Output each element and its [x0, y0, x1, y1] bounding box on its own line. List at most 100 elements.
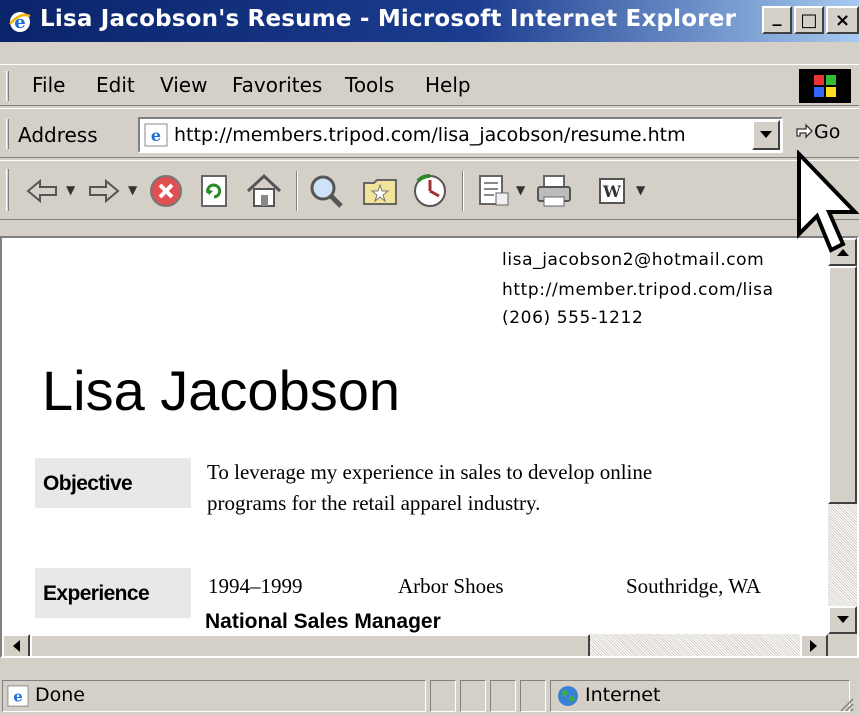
mail-dropdown-icon[interactable]: ▼: [516, 183, 525, 197]
contact-email[interactable]: lisa_jacobson2@hotmail.com: [502, 250, 764, 270]
mail-button[interactable]: [474, 171, 514, 211]
svg-text:e: e: [13, 689, 22, 706]
status-panel-zone: Internet: [550, 680, 850, 712]
address-label: Address: [18, 123, 98, 147]
edit-button[interactable]: W: [592, 171, 632, 211]
scroll-left-button[interactable]: [2, 634, 30, 656]
resume-page: lisa_jacobson2@hotmail.com http://member…: [2, 238, 828, 634]
maximize-icon: □: [800, 9, 818, 31]
refresh-button[interactable]: [194, 171, 234, 211]
scroll-thumb[interactable]: [828, 266, 857, 504]
menu-file[interactable]: File: [32, 73, 65, 97]
back-dropdown-icon[interactable]: ▼: [66, 183, 75, 197]
toolbar-separator-2: [462, 171, 464, 211]
window-title: Lisa Jacobson's Resume - Microsoft Inter…: [40, 6, 737, 32]
experience-job-title: National Sales Manager: [205, 610, 441, 633]
objective-label: Objective: [35, 458, 191, 508]
vertical-scrollbar[interactable]: [828, 238, 857, 634]
stop-button[interactable]: [146, 171, 186, 211]
menu-view[interactable]: View: [160, 73, 207, 97]
address-dropdown-button[interactable]: [752, 120, 780, 150]
mail-icon: [479, 175, 509, 206]
status-bar: e Done Internet: [0, 676, 859, 715]
arrow-down-icon: [836, 616, 849, 623]
svg-text:e: e: [151, 126, 161, 145]
scroll-track[interactable]: [828, 504, 857, 606]
scroll-right-button[interactable]: [800, 634, 828, 656]
search-button[interactable]: [306, 171, 346, 211]
menu-tools[interactable]: Tools: [345, 73, 394, 97]
contact-phone: (206) 555-1212: [502, 308, 644, 328]
home-icon: [246, 173, 282, 207]
menu-edit[interactable]: Edit: [96, 73, 135, 97]
page-viewport: lisa_jacobson2@hotmail.com http://member…: [0, 236, 859, 658]
history-icon: [414, 174, 446, 207]
status-panel-3: [460, 680, 486, 712]
globe-icon: [558, 686, 578, 706]
resume-name: Lisa Jacobson: [42, 359, 401, 422]
go-label: Go: [814, 121, 841, 143]
scroll-down-button[interactable]: [828, 606, 857, 634]
go-button[interactable]: Go: [794, 121, 840, 143]
favorites-icon: [363, 179, 397, 205]
mouse-cursor-icon: [797, 150, 859, 253]
print-button[interactable]: [534, 171, 574, 211]
zone-text: Internet: [585, 684, 661, 706]
horizontal-scrollbar[interactable]: [2, 634, 828, 656]
forward-button[interactable]: [84, 171, 124, 211]
search-icon: [310, 175, 343, 208]
experience-label: Experience: [35, 568, 191, 618]
print-icon: [537, 175, 571, 207]
objective-text-line2: programs for the retail apparel industry…: [207, 491, 541, 515]
back-icon: [26, 178, 57, 204]
toolbar-grip[interactable]: [6, 169, 9, 211]
experience-years: 1994–1999: [208, 574, 303, 598]
horizontal-scroll-track[interactable]: [590, 634, 800, 656]
menu-bar: File Edit View Favorites Tools Help: [0, 64, 859, 106]
status-panel-5: [520, 680, 546, 712]
edit-icon: W: [599, 178, 625, 204]
history-button[interactable]: [410, 171, 450, 211]
back-button[interactable]: [22, 171, 62, 211]
forward-icon: [89, 178, 120, 204]
chevron-down-icon: [760, 131, 772, 138]
status-text: Done: [35, 684, 85, 706]
contact-website[interactable]: http://member.tripod.com/lisa: [502, 280, 774, 300]
ie-logo-icon: e: [9, 12, 31, 33]
experience-company: Arbor Shoes: [398, 574, 504, 598]
page-icon: e: [144, 123, 168, 147]
home-button[interactable]: [244, 171, 284, 211]
address-input[interactable]: e http://members.tripod.com/lisa_jacobso…: [138, 117, 783, 153]
go-arrow-icon: [796, 123, 813, 139]
close-icon: ×: [834, 9, 851, 31]
status-panel-main: e Done: [2, 680, 426, 712]
edit-dropdown-icon[interactable]: ▼: [636, 183, 645, 197]
menu-favorites[interactable]: Favorites: [232, 73, 322, 97]
objective-text-line1: To leverage my experience in sales to de…: [207, 460, 653, 484]
toolbar-separator: [296, 171, 298, 211]
maximize-button[interactable]: □: [794, 6, 824, 34]
scrollbar-corner: [828, 634, 857, 656]
resize-grip-icon[interactable]: [838, 696, 854, 712]
horizontal-scroll-thumb[interactable]: [30, 634, 590, 656]
arrow-left-icon: [13, 640, 20, 652]
browser-window: e Lisa Jacobson's Resume - Microsoft Int…: [0, 0, 859, 715]
windows-flag-icon: [814, 75, 836, 97]
minimize-icon: _: [772, 5, 782, 27]
menu-help[interactable]: Help: [425, 73, 471, 97]
forward-dropdown-icon[interactable]: ▼: [128, 183, 137, 197]
address-bar: Address e http://members.tripod.com/lisa…: [0, 108, 859, 158]
page-status-icon: e: [7, 685, 29, 707]
address-url[interactable]: http://members.tripod.com/lisa_jacobson/…: [174, 124, 686, 146]
status-panel-2: [430, 680, 456, 712]
minimize-button[interactable]: _: [762, 6, 792, 34]
experience-location: Southridge, WA: [626, 574, 761, 598]
windows-logo: [799, 69, 851, 103]
menu-grip[interactable]: [6, 71, 9, 101]
close-button[interactable]: ×: [826, 6, 859, 34]
favorites-button[interactable]: [360, 171, 400, 211]
title-bar[interactable]: e Lisa Jacobson's Resume - Microsoft Int…: [0, 0, 859, 42]
svg-text:W: W: [602, 182, 622, 201]
address-grip[interactable]: [6, 119, 9, 149]
refresh-icon: [201, 175, 227, 207]
